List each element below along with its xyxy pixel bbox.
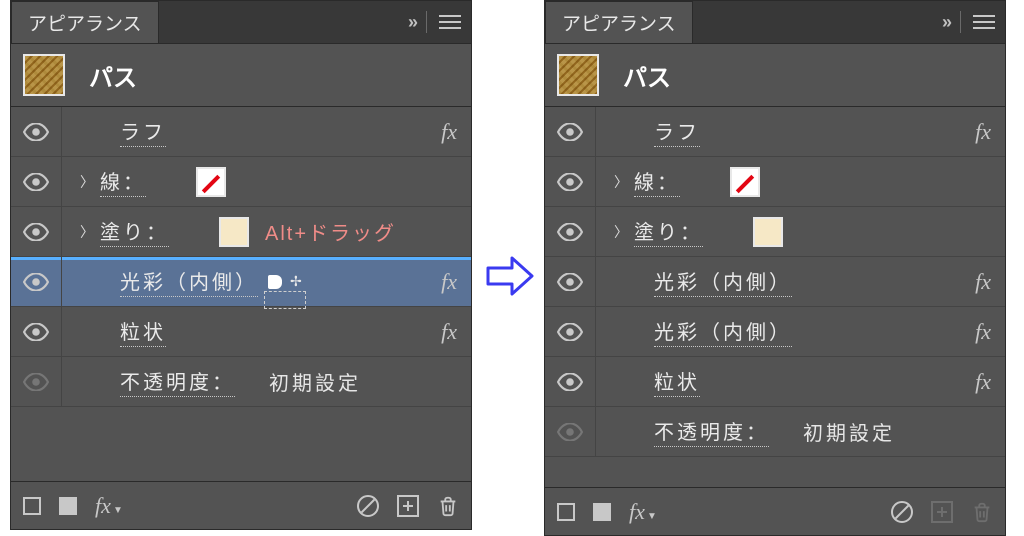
arrow-icon	[482, 248, 538, 309]
appearance-row[interactable]: ラフ fx	[11, 107, 471, 157]
appearance-row[interactable]: 光彩（内側） fx	[545, 257, 1005, 307]
effect-label[interactable]: 粒状	[120, 316, 166, 347]
visibility-eye-icon[interactable]	[545, 373, 595, 391]
effect-label[interactable]: ラフ	[120, 116, 166, 147]
visibility-eye-icon[interactable]	[545, 223, 595, 241]
clear-icon[interactable]	[891, 501, 913, 523]
clear-icon[interactable]	[357, 495, 379, 517]
drag-cursor-icon: ✢	[268, 273, 302, 290]
visibility-eye-icon[interactable]	[11, 173, 61, 191]
object-type-label: パス	[89, 58, 137, 93]
effect-label[interactable]: 粒状	[654, 366, 700, 397]
collapse-icon[interactable]: »	[942, 12, 948, 33]
add-effect-icon[interactable]: fx▼	[629, 499, 655, 525]
effect-label[interactable]: 光彩（内側）	[120, 266, 258, 297]
visibility-eye-icon[interactable]	[545, 273, 595, 291]
expand-caret-icon[interactable]: 〉	[608, 222, 634, 242]
attr-label[interactable]: 線：	[634, 166, 680, 197]
appearance-list: ラフ fx 〉 線： 〉 塗り： Alt+ドラッグ 光彩（内側）	[11, 107, 471, 407]
fx-indicator-icon[interactable]: fx	[441, 319, 457, 345]
add-effect-icon[interactable]: fx▼	[95, 493, 121, 519]
opacity-label[interactable]: 不透明度：	[654, 416, 769, 447]
appearance-row[interactable]: 〉 線：	[545, 157, 1005, 207]
appearance-panel-before: アピアランス » パス ラフ fx 〉 線：	[10, 0, 472, 530]
appearance-list: ラフ fx 〉 線： 〉 塗り： 光彩（内側） fx	[545, 107, 1005, 457]
appearance-row[interactable]: 粒状 fx	[545, 357, 1005, 407]
new-stroke-icon[interactable]	[23, 497, 41, 515]
duplicate-icon	[931, 501, 953, 523]
fill-swatch[interactable]	[753, 217, 783, 247]
new-fill-icon[interactable]	[59, 497, 77, 515]
visibility-eye-icon[interactable]	[11, 373, 61, 391]
visibility-eye-icon[interactable]	[11, 273, 61, 291]
item-title-row: パス	[11, 43, 471, 107]
appearance-row[interactable]: 粒状 fx	[11, 307, 471, 357]
appearance-tab[interactable]: アピアランス	[545, 1, 693, 43]
effect-label[interactable]: ラフ	[654, 116, 700, 147]
visibility-eye-icon[interactable]	[545, 423, 595, 441]
panel-footer: fx▼	[11, 481, 471, 529]
panel-footer: fx▼	[545, 487, 1005, 535]
appearance-row[interactable]: 不透明度： 初期設定	[545, 407, 1005, 457]
appearance-row[interactable]: 光彩（内側） ✢ fx	[11, 257, 471, 307]
visibility-eye-icon[interactable]	[11, 223, 61, 241]
visibility-eye-icon[interactable]	[545, 123, 595, 141]
fx-indicator-icon[interactable]: fx	[441, 269, 457, 295]
visibility-eye-icon[interactable]	[11, 323, 61, 341]
visibility-eye-icon[interactable]	[545, 323, 595, 341]
attr-label[interactable]: 線：	[100, 166, 146, 197]
visibility-eye-icon[interactable]	[11, 123, 61, 141]
object-thumbnail	[23, 54, 65, 96]
duplicate-icon[interactable]	[397, 495, 419, 517]
fx-indicator-icon[interactable]: fx	[975, 119, 991, 145]
appearance-row[interactable]: 不透明度： 初期設定	[11, 357, 471, 407]
fill-swatch[interactable]	[219, 217, 249, 247]
expand-caret-icon[interactable]: 〉	[74, 172, 100, 192]
fx-indicator-icon[interactable]: fx	[441, 119, 457, 145]
fx-indicator-icon[interactable]: fx	[975, 319, 991, 345]
appearance-row[interactable]: 〉 線：	[11, 157, 471, 207]
delete-icon	[971, 500, 993, 524]
new-fill-icon[interactable]	[593, 503, 611, 521]
stroke-swatch[interactable]	[196, 167, 226, 197]
attr-label[interactable]: 塗り：	[634, 216, 703, 247]
object-type-label: パス	[623, 58, 671, 93]
visibility-eye-icon[interactable]	[545, 173, 595, 191]
opacity-value[interactable]: 初期設定	[269, 367, 361, 396]
panel-menu-icon[interactable]	[973, 15, 995, 29]
panel-menu-icon[interactable]	[439, 15, 461, 29]
new-stroke-icon[interactable]	[557, 503, 575, 521]
expand-caret-icon[interactable]: 〉	[74, 222, 100, 242]
appearance-row[interactable]: ラフ fx	[545, 107, 1005, 157]
item-title-row: パス	[545, 43, 1005, 107]
fx-indicator-icon[interactable]: fx	[975, 369, 991, 395]
panel-tabbar: アピアランス »	[11, 1, 471, 43]
appearance-row[interactable]: 〉 塗り：	[545, 207, 1005, 257]
appearance-row[interactable]: 光彩（内側） fx	[545, 307, 1005, 357]
object-thumbnail	[557, 54, 599, 96]
appearance-tab[interactable]: アピアランス	[11, 1, 159, 43]
collapse-icon[interactable]: »	[408, 12, 414, 33]
opacity-value[interactable]: 初期設定	[803, 417, 895, 446]
expand-caret-icon[interactable]: 〉	[608, 172, 634, 192]
appearance-panel-after: アピアランス » パス ラフ fx 〉 線：	[544, 0, 1006, 536]
fx-indicator-icon[interactable]: fx	[975, 269, 991, 295]
hint-text: Alt+ドラッグ	[265, 217, 396, 246]
stroke-swatch[interactable]	[730, 167, 760, 197]
opacity-label[interactable]: 不透明度：	[120, 366, 235, 397]
appearance-row[interactable]: 〉 塗り： Alt+ドラッグ	[11, 207, 471, 257]
effect-label[interactable]: 光彩（内側）	[654, 266, 792, 297]
attr-label[interactable]: 塗り：	[100, 216, 169, 247]
delete-icon[interactable]	[437, 494, 459, 518]
effect-label[interactable]: 光彩（内側）	[654, 316, 792, 347]
panel-tabbar: アピアランス »	[545, 1, 1005, 43]
